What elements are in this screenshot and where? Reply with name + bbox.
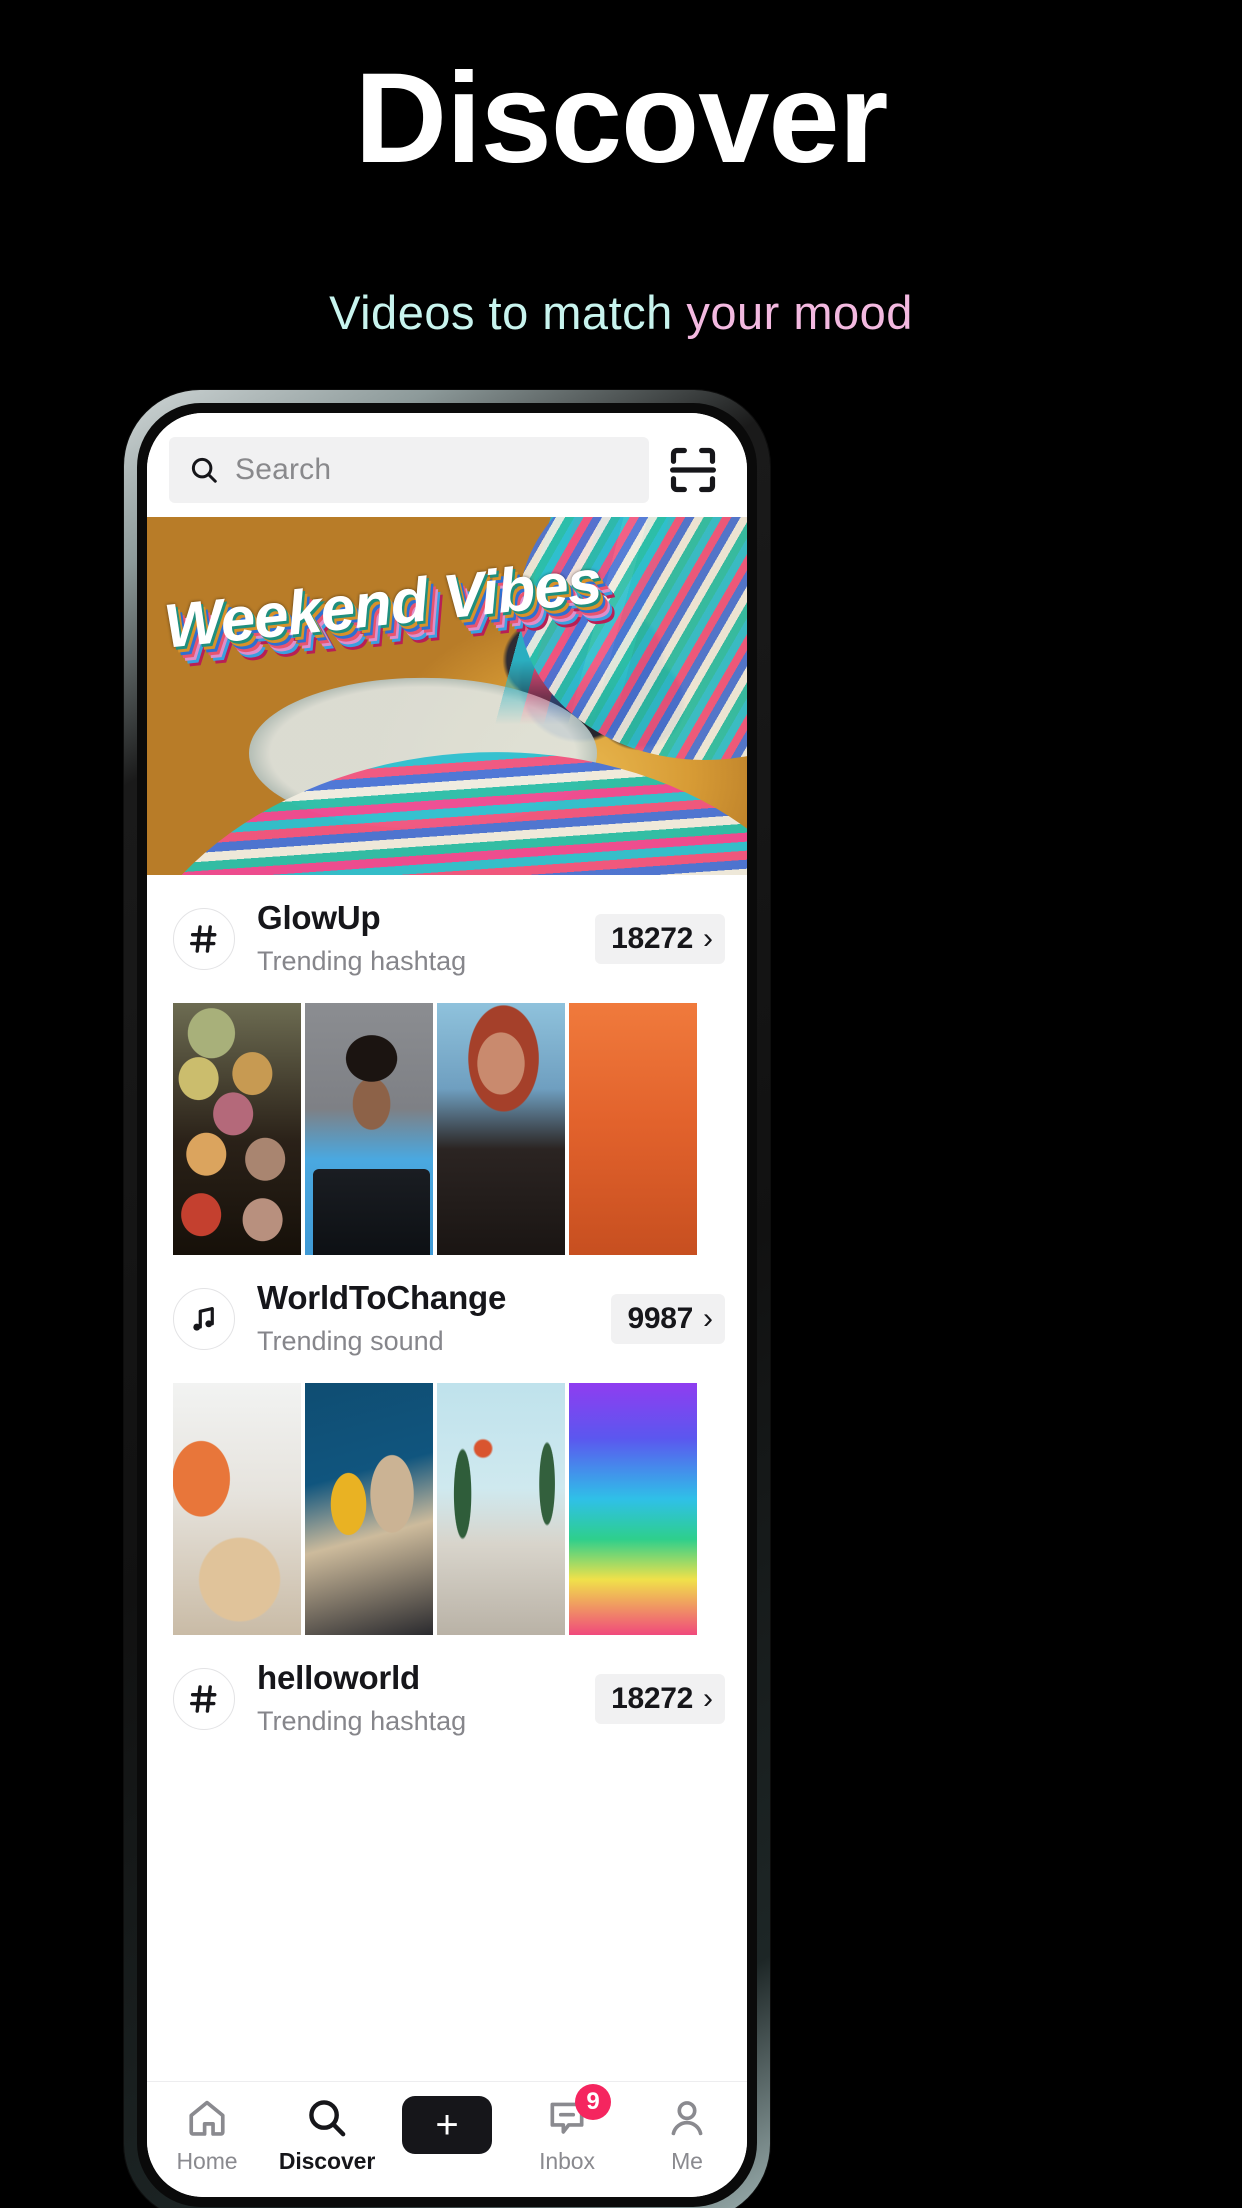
list-item-title: WorldToChange	[257, 1279, 507, 1316]
list-item[interactable]: GlowUp Trending hashtag 18272 ›	[147, 875, 747, 1003]
plus-icon: +	[435, 2103, 459, 2147]
nav-label: Discover	[278, 2148, 376, 2174]
promo-page: Discover Videos to match your mood Searc…	[0, 0, 1242, 2208]
thumbnail-strip[interactable]	[147, 1003, 747, 1255]
status-badge[interactable]: 18272 ›	[595, 914, 725, 964]
thumbnail[interactable]	[305, 1003, 433, 1255]
chevron-right-icon: ›	[703, 1682, 713, 1715]
create-button[interactable]: +	[395, 2096, 499, 2154]
chevron-right-icon: ›	[703, 1302, 713, 1335]
status-badge[interactable]: 18272 ›	[595, 1674, 725, 1724]
chevron-right-icon: ›	[703, 922, 713, 955]
subtitle-part-1: Videos to match	[329, 286, 687, 339]
search-bar: Search	[147, 413, 747, 517]
list-item-text: WorldToChange Trending sound	[257, 1277, 589, 1361]
nav-item-home[interactable]: Home	[147, 2096, 267, 2175]
list-item-text: helloworld Trending hashtag	[257, 1657, 573, 1741]
search-placeholder: Search	[235, 453, 332, 486]
phone-mockup: Search Weekend Vibes GlowUp Trending has…	[124, 390, 770, 2208]
featured-banner[interactable]: Weekend Vibes	[147, 517, 747, 875]
search-input[interactable]: Search	[169, 437, 649, 503]
thumbnail[interactable]	[173, 1383, 301, 1635]
list-item-title: GlowUp	[257, 899, 381, 936]
thumbnail[interactable]	[437, 1383, 565, 1635]
thumbnail[interactable]	[569, 1383, 697, 1635]
thumbnail[interactable]	[569, 1003, 697, 1255]
music-note-icon	[173, 1288, 235, 1350]
thumbnail[interactable]	[305, 1383, 433, 1635]
nav-label: Inbox	[539, 2148, 595, 2174]
list-item-title: helloworld	[257, 1659, 421, 1696]
hashtag-icon	[173, 908, 235, 970]
page-subtitle: Videos to match your mood	[0, 284, 1242, 342]
thumbnail[interactable]	[173, 1003, 301, 1255]
bottom-navigation: Home Discover + 9 Inbox Me	[147, 2081, 747, 2197]
person-icon	[671, 2101, 703, 2136]
phone-screen: Search Weekend Vibes GlowUp Trending has…	[147, 413, 747, 2197]
nav-label: Home	[176, 2148, 238, 2174]
list-item-subtitle: Trending hashtag	[257, 1706, 467, 1736]
home-icon	[189, 2100, 225, 2136]
search-icon	[309, 2100, 346, 2137]
list-item-subtitle: Trending hashtag	[257, 946, 467, 976]
subtitle-part-2: your mood	[686, 286, 913, 339]
search-icon	[191, 457, 217, 483]
scan-icon	[670, 447, 716, 493]
inbox-badge: 9	[575, 2084, 611, 2120]
list-item[interactable]: WorldToChange Trending sound 9987 ›	[147, 1255, 747, 1383]
page-title: Discover	[354, 47, 889, 190]
list-item[interactable]: helloworld Trending hashtag 18272 ›	[147, 1635, 747, 1763]
thumbnail-strip[interactable]	[147, 1383, 747, 1635]
hashtag-icon	[173, 1668, 235, 1730]
list-item-text: GlowUp Trending hashtag	[257, 897, 573, 981]
status-badge[interactable]: 9987 ›	[611, 1294, 725, 1344]
nav-item-inbox[interactable]: 9 Inbox	[507, 2084, 627, 2175]
thumbnail[interactable]	[437, 1003, 565, 1255]
scan-button[interactable]	[667, 444, 719, 496]
count-value: 18272	[611, 922, 693, 955]
nav-item-me[interactable]: Me	[627, 2096, 747, 2175]
nav-item-discover[interactable]: Discover	[267, 2096, 387, 2175]
count-value: 18272	[611, 1682, 693, 1715]
count-value: 9987	[627, 1302, 693, 1335]
nav-item-create[interactable]: +	[387, 2096, 507, 2154]
nav-label: Me	[671, 2148, 703, 2174]
phone-bezel: Search Weekend Vibes GlowUp Trending has…	[137, 403, 757, 2207]
list-item-subtitle: Trending sound	[257, 1326, 444, 1356]
